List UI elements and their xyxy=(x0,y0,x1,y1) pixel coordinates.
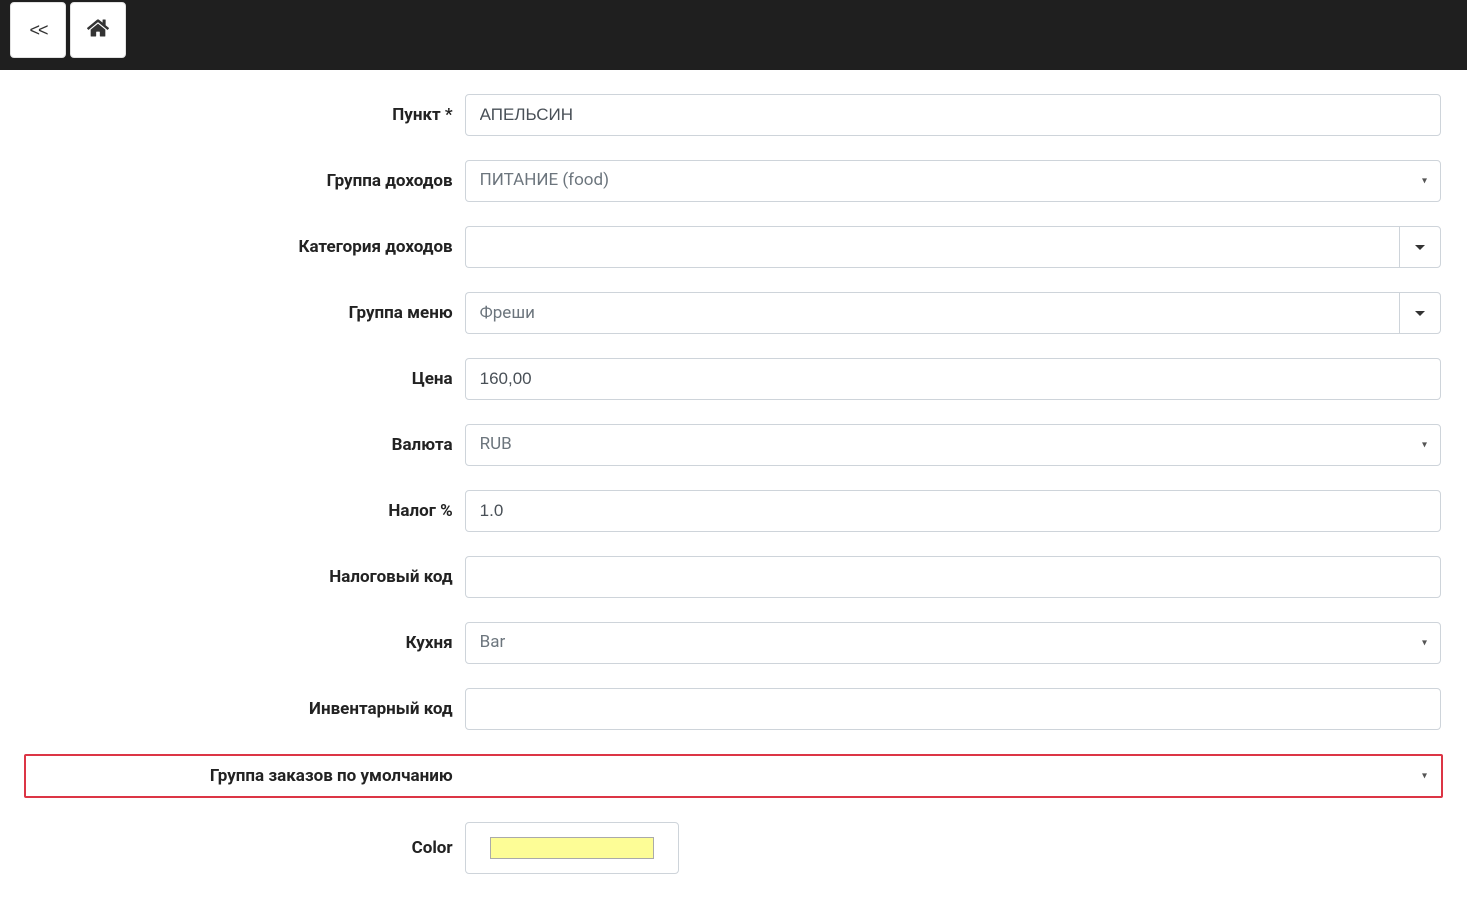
row-currency: Валюта RUB xyxy=(26,424,1441,466)
back-icon: << xyxy=(29,20,46,41)
label-revenue-group: Группа доходов xyxy=(26,171,465,191)
label-currency: Валюта xyxy=(26,435,465,455)
form: Пункт * Группа доходов ПИТАНИЕ (food) Ка… xyxy=(0,70,1467,914)
select-currency[interactable]: RUB xyxy=(465,424,1441,466)
combo-revenue-category-text[interactable] xyxy=(465,226,1399,268)
input-item[interactable] xyxy=(465,94,1441,136)
row-tax-percent: Налог % xyxy=(26,490,1441,532)
label-kitchen: Кухня xyxy=(26,633,465,653)
combo-menu-group-text[interactable]: Фреши xyxy=(465,292,1399,334)
row-price: Цена xyxy=(26,358,1441,400)
select-revenue-group[interactable]: ПИТАНИЕ (food) xyxy=(465,160,1441,202)
topbar: << xyxy=(0,0,1467,70)
label-color: Color xyxy=(26,838,465,858)
input-tax-code[interactable] xyxy=(465,556,1441,598)
input-price[interactable] xyxy=(465,358,1441,400)
home-button[interactable] xyxy=(70,2,126,58)
row-default-order-group: Группа заказов по умолчанию xyxy=(24,754,1443,798)
color-picker[interactable] xyxy=(465,822,679,874)
row-revenue-group: Группа доходов ПИТАНИЕ (food) xyxy=(26,160,1441,202)
label-item: Пункт * xyxy=(26,105,465,125)
combo-menu-group[interactable]: Фреши xyxy=(465,292,1441,334)
combo-revenue-category[interactable] xyxy=(465,226,1441,268)
combo-revenue-category-toggle[interactable] xyxy=(1399,226,1441,268)
label-inventory-code: Инвентарный код xyxy=(26,699,465,719)
select-default-order-group[interactable] xyxy=(465,756,1441,796)
input-tax-percent[interactable] xyxy=(465,490,1441,532)
row-inventory-code: Инвентарный код xyxy=(26,688,1441,730)
select-kitchen[interactable]: Bar xyxy=(465,622,1441,664)
label-menu-group: Группа меню xyxy=(26,303,465,323)
label-default-order-group: Группа заказов по умолчанию xyxy=(26,766,465,786)
chevron-down-icon xyxy=(1415,245,1425,250)
label-revenue-category: Категория доходов xyxy=(26,237,465,257)
combo-menu-group-toggle[interactable] xyxy=(1399,292,1441,334)
row-kitchen: Кухня Bar xyxy=(26,622,1441,664)
row-revenue-category: Категория доходов xyxy=(26,226,1441,268)
row-item: Пункт * xyxy=(26,94,1441,136)
row-tax-code: Налоговый код xyxy=(26,556,1441,598)
input-inventory-code[interactable] xyxy=(465,688,1441,730)
label-tax-percent: Налог % xyxy=(26,501,465,521)
back-button[interactable]: << xyxy=(10,2,66,58)
label-price: Цена xyxy=(26,369,465,389)
label-tax-code: Налоговый код xyxy=(26,567,465,587)
row-color: Color xyxy=(26,822,1441,874)
color-swatch xyxy=(490,837,654,859)
chevron-down-icon xyxy=(1415,311,1425,316)
home-icon xyxy=(87,17,109,44)
row-menu-group: Группа меню Фреши xyxy=(26,292,1441,334)
